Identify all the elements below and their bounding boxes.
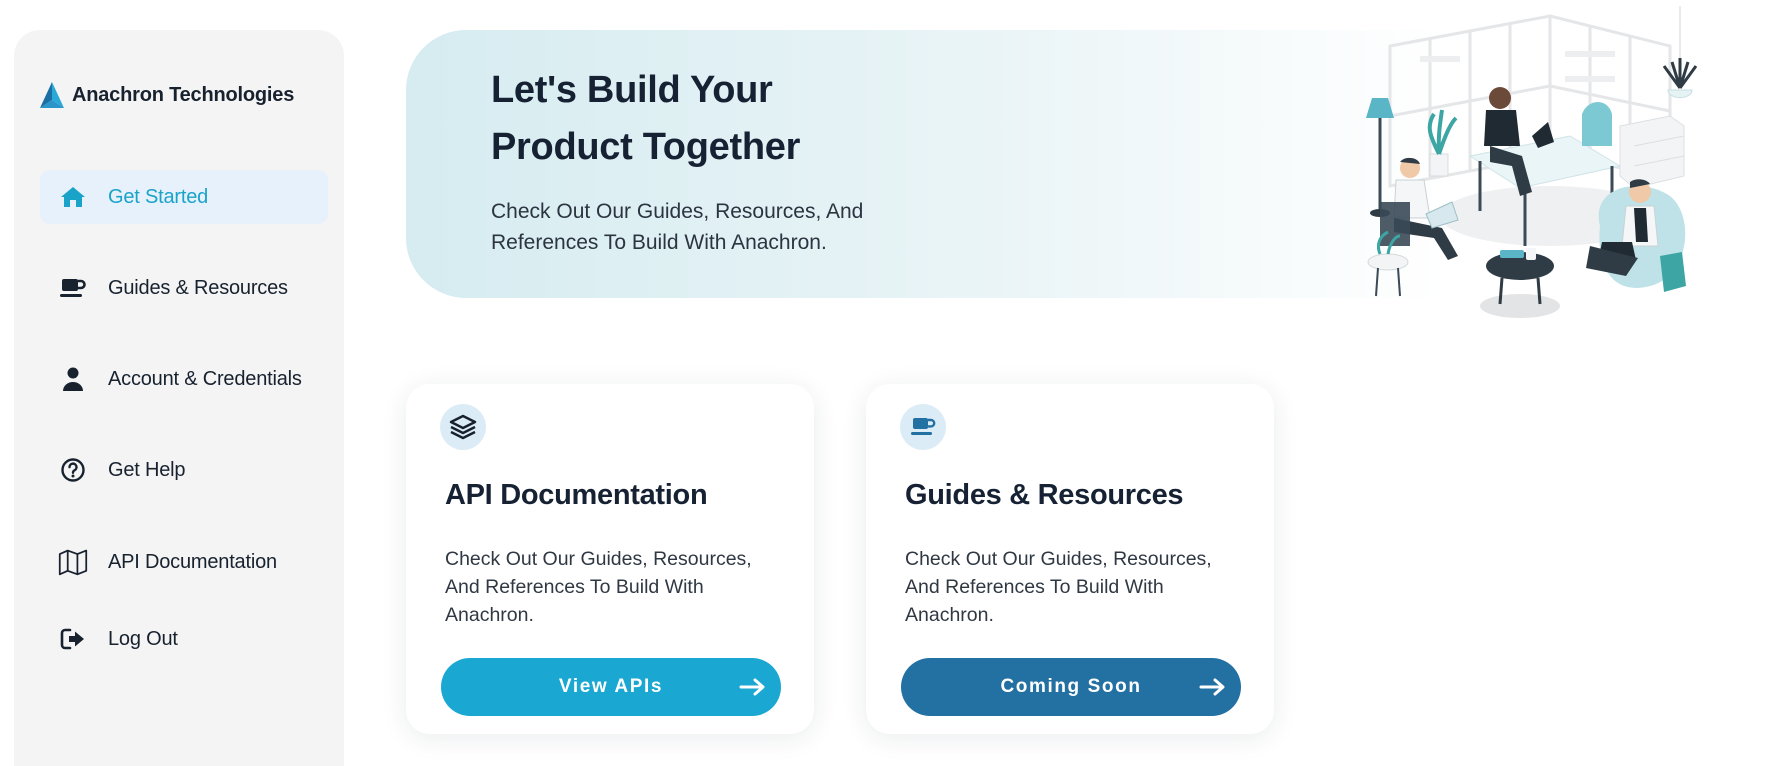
logout-icon: [58, 624, 88, 654]
button-label: Coming Soon: [1000, 676, 1142, 697]
hero-banner: Let's Build Your Product Together Check …: [406, 30, 1446, 298]
question-circle-icon: [58, 455, 88, 485]
hero-subtitle: Check Out Our Guides, Resources, And Ref…: [491, 200, 864, 254]
sidebar-item-label: Guides & Resources: [108, 276, 288, 299]
button-label: View APIs: [558, 676, 664, 697]
home-icon: [58, 182, 88, 212]
sidebar-item-get-help[interactable]: Get Help: [40, 443, 328, 497]
map-icon: [58, 547, 88, 577]
card-description: Check Out Our Guides, Resources, And Ref…: [905, 548, 1212, 626]
brand[interactable]: Anachron Technologies: [38, 80, 294, 110]
coworking-office-illustration: [1366, 6, 1698, 318]
sidebar-item-get-started[interactable]: Get Started: [40, 170, 328, 224]
coffee-cup-icon: [900, 404, 946, 450]
arrow-right-icon: [739, 678, 765, 696]
sidebar-item-label: Get Started: [108, 185, 209, 208]
coming-soon-button[interactable]: Coming Soon: [901, 658, 1241, 716]
layers-icon: [440, 404, 486, 450]
triangle-logo-icon: [40, 82, 64, 108]
sidebar-item-account[interactable]: Account & Credentials: [40, 352, 328, 406]
arrow-right-icon: [1199, 678, 1225, 696]
hero-title: Let's Build Your Product Together: [491, 69, 801, 168]
coffee-cup-icon: [58, 273, 88, 303]
sidebar-item-label: Account & Credentials: [108, 367, 302, 390]
sidebar-item-logout[interactable]: Log Out: [40, 612, 328, 666]
sidebar: Anachron Technologies Get Started Guides…: [14, 30, 344, 766]
card-title: Guides & Resources: [905, 479, 1184, 511]
sidebar-item-label: Log Out: [108, 627, 178, 650]
sidebar-item-guides[interactable]: Guides & Resources: [40, 261, 328, 315]
sidebar-item-api-docs[interactable]: API Documentation: [40, 535, 328, 589]
card-title: API Documentation: [445, 479, 708, 511]
api-documentation-card: API Documentation Check Out Our Guides, …: [406, 384, 814, 734]
sidebar-item-label: Get Help: [108, 458, 186, 481]
view-apis-button[interactable]: View APIs: [441, 658, 781, 716]
guides-resources-card: Guides & Resources Check Out Our Guides,…: [866, 384, 1274, 734]
user-icon: [58, 364, 88, 394]
card-description: Check Out Our Guides, Resources, And Ref…: [445, 548, 752, 626]
brand-name: Anachron Technologies: [72, 83, 295, 106]
sidebar-item-label: API Documentation: [108, 550, 277, 573]
